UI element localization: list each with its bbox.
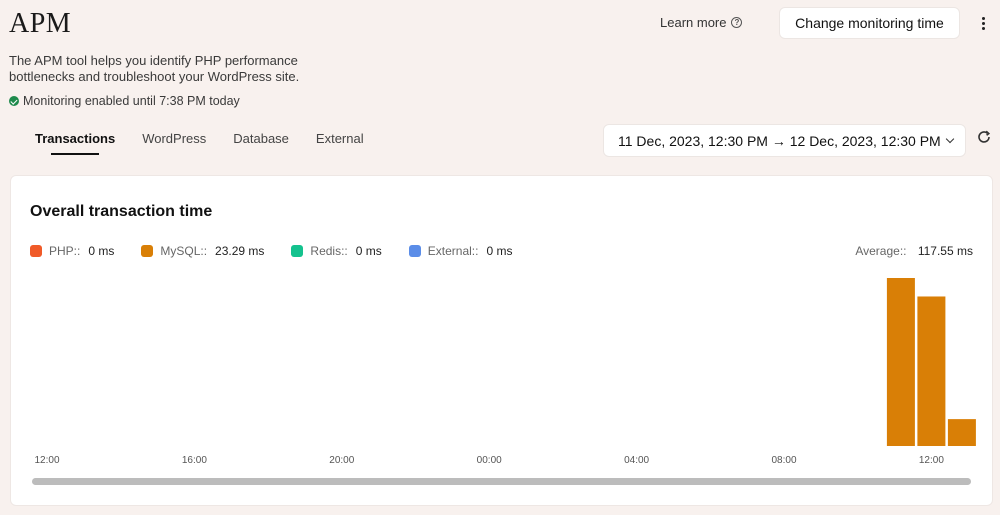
tab-database[interactable]: Database [233, 131, 289, 155]
tab-external[interactable]: External [316, 131, 364, 155]
tab-bar: Transactions WordPress Database External [35, 131, 391, 155]
refresh-icon[interactable] [976, 129, 992, 145]
x-tick-label: 12:00 [34, 455, 59, 466]
transaction-time-chart: 12:00 16:00 20:00 00:00 04:00 08:00 12:00 [34, 278, 976, 466]
chevron-down-icon [945, 134, 955, 144]
bar[interactable] [917, 296, 946, 446]
x-tick-label: 16:00 [182, 455, 207, 466]
date-range-text: 11 Dec, 2023, 12:30 PM → 12 Dec, 2023, 1… [618, 132, 941, 149]
help-circle-icon: ? [731, 17, 743, 28]
x-tick-label: 00:00 [477, 455, 502, 466]
chart-scrollbar[interactable] [32, 478, 971, 485]
bar[interactable] [947, 419, 976, 446]
x-tick-label: 20:00 [329, 455, 354, 466]
x-tick-label: 08:00 [771, 455, 796, 466]
bar[interactable] [886, 278, 915, 446]
check-circle-icon [9, 96, 19, 106]
tab-transactions[interactable]: Transactions [35, 131, 115, 155]
tab-wordpress[interactable]: WordPress [142, 131, 206, 155]
page-description: The APM tool helps you identify PHP perf… [9, 53, 300, 84]
date-range-picker[interactable]: 11 Dec, 2023, 12:30 PM → 12 Dec, 2023, 1… [603, 124, 966, 157]
chart-scrollbar-thumb[interactable] [32, 478, 971, 485]
more-options-icon[interactable] [976, 14, 990, 32]
x-tick-label: 12:00 [919, 455, 944, 466]
monitoring-status: Monitoring enabled until 7:38 PM today [9, 94, 240, 108]
page-title: APM [9, 8, 72, 39]
monitoring-status-text: Monitoring enabled until 7:38 PM today [23, 94, 240, 108]
learn-more-label: Learn more [660, 15, 727, 30]
change-monitoring-time-button[interactable]: Change monitoring time [779, 7, 960, 39]
learn-more-link[interactable]: Learn more ? [660, 15, 743, 30]
x-tick-label: 04:00 [624, 455, 649, 466]
transaction-time-card: Overall transaction time PHP:: 0 ms MySQ… [10, 175, 993, 506]
